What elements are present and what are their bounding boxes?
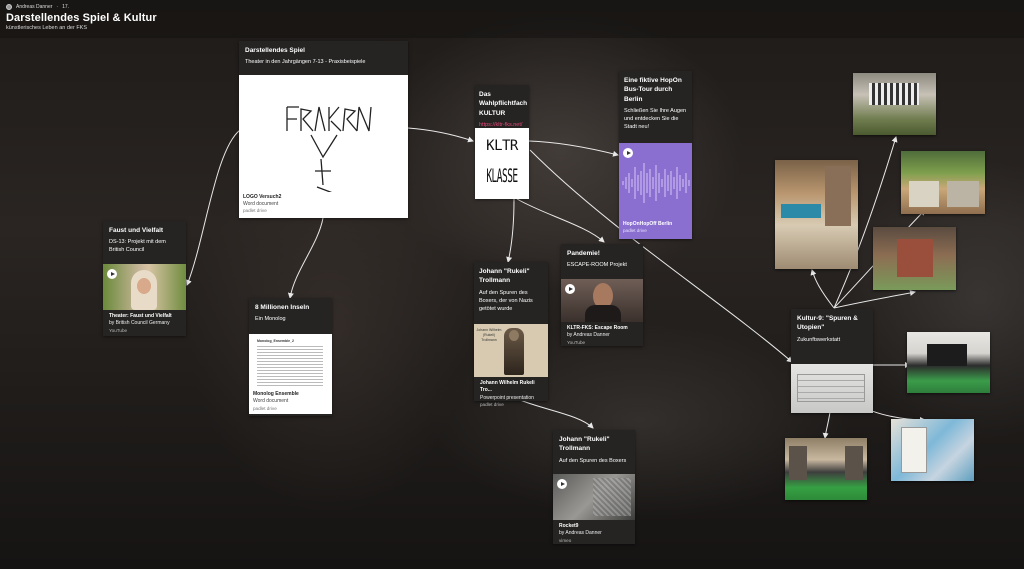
attachment-kind: Word document: [253, 398, 289, 405]
author-avatar-icon[interactable]: [6, 4, 12, 10]
attachment-source: YouTube: [109, 327, 128, 333]
attachment-kind: by Andreas Danner: [559, 530, 602, 537]
arrow-ds-to-kultur: [407, 127, 474, 143]
card-body: Theater in den Jahrgängen 7-13 - Praxisb…: [245, 59, 366, 66]
whiteboard-thumbnail[interactable]: [791, 364, 873, 413]
play-icon[interactable]: [107, 269, 117, 279]
attachment-name: LOGO Versuch2: [243, 193, 282, 200]
arrow-kultur-to-pandemie: [516, 198, 605, 243]
logo-line-top: KLTR: [486, 138, 518, 154]
card-hopon-bus-tour[interactable]: Eine fiktive HopOn Bus-Tour durch Berlin…: [619, 71, 692, 239]
card-rukeli-trollmann[interactable]: Johann "Rukeli" Trollmann Auf den Spuren…: [474, 262, 548, 407]
attachment-kind: Powerpoint presentation: [480, 394, 534, 401]
arrow-kultur-to-rukeli: [506, 198, 515, 263]
card-attachment[interactable]: LOGO Versuch2 Word document padlet drive: [239, 191, 408, 218]
card-title: Eine fiktive HopOn Bus-Tour durch Berlin: [624, 77, 682, 103]
attachment-kind: by Andreas Danner: [567, 332, 610, 339]
card-kultur-9-spuren-utopien[interactable]: Kultur-9: "Spuren & Utopien" Zukunftswer…: [791, 309, 873, 413]
card-title: Das Wahlpflichtfach KULTUR: [479, 91, 528, 117]
photo-model-street[interactable]: [907, 332, 990, 393]
arrow-kultur-to-hopon: [528, 140, 619, 157]
arrow-kultur9-to-photo7: [822, 411, 831, 439]
attachment-name: Rocket9: [559, 523, 579, 529]
card-attachment[interactable]: KLTR-FKS: Escape Room by Andreas Danner …: [561, 322, 643, 350]
card-body: Auf den Spuren des Boxers: [559, 457, 627, 464]
card-attachment[interactable]: Monolog Ensemble Word document padlet dr…: [249, 389, 332, 415]
video-thumbnail[interactable]: [103, 264, 186, 310]
author-name[interactable]: Andreas Danner: [16, 4, 52, 10]
page-subtitle: künstlerisches Leben an der FKS: [6, 25, 88, 31]
photo-model-rooms[interactable]: [775, 160, 858, 269]
card-title: Darstellendes Spiel: [245, 47, 305, 54]
card-attachment[interactable]: Johann Wilhelm Rukeli Tro... Powerpoint …: [474, 377, 548, 412]
card-title: Pandemie!: [567, 250, 600, 257]
waveform-icon: [622, 163, 690, 203]
card-title: Kultur-9: "Spuren & Utopien": [797, 315, 858, 332]
card-body: ESCAPE-ROOM Projekt: [567, 262, 627, 269]
logo-line-bottom: KLASSE: [486, 166, 518, 188]
kltr-klasse-logo[interactable]: KLTR KLASSE: [475, 128, 529, 199]
presentation-thumbnail[interactable]: Johann Wilhelm (Rukeli) Trollmann: [474, 324, 548, 377]
breadcrumb-separator: ·: [56, 4, 59, 10]
card-body: Zukunftswerkstatt: [797, 336, 841, 343]
card-attachment[interactable]: Rocket9 by Andreas Danner vimeo: [553, 520, 635, 548]
card-body: Auf den Spuren des Boxers, der von Nazis…: [479, 289, 533, 312]
document-thumbnail[interactable]: Monolog_Ensemble_2: [249, 334, 332, 389]
arrow-ds-to-inseln: [287, 217, 324, 299]
attachment-name: Theater: Faust und Vielfalt: [109, 313, 172, 319]
audio-thumbnail[interactable]: HopOnHopOff Berlin padlet drive: [619, 143, 692, 239]
attachment-source: YouTube: [567, 339, 586, 345]
video-thumbnail[interactable]: [553, 474, 635, 520]
play-icon[interactable]: [557, 479, 567, 489]
card-title: Johann "Rukeli" Trollmann: [559, 436, 610, 453]
photo-model-buildings[interactable]: [891, 419, 974, 481]
attachment-source: padlet drive: [253, 405, 277, 411]
card-wahlpflichtfach-kultur[interactable]: Das Wahlpflichtfach KULTUR https://kltr-…: [475, 85, 529, 199]
document-heading: Monolog_Ensemble_2: [257, 339, 294, 343]
arrow-kultur9-to-photo2: [810, 269, 835, 309]
card-body: Schließen Sie Ihre Augen und entdecken S…: [624, 108, 687, 131]
card-title: 8 Millionen Inseln: [255, 304, 310, 311]
card-8-millionen-inseln[interactable]: 8 Millionen Inseln Ein Monolog Monolog_E…: [249, 298, 332, 416]
attachment-name: Johann Wilhelm Rukeli Tro...: [480, 380, 535, 394]
breadcrumb: Andreas Danner · 17.: [6, 4, 69, 10]
card-body: DS-13: Projekt mit dem British Council: [109, 239, 166, 254]
arrow-ds-to-faust: [186, 129, 241, 286]
play-icon[interactable]: [565, 284, 575, 294]
card-attachment[interactable]: Theater: Faust und Vielfalt by British C…: [103, 310, 186, 338]
card-pandemie[interactable]: Pandemie! ESCAPE-ROOM Projekt KLTR-FKS: …: [561, 244, 643, 346]
card-darstellendes-spiel[interactable]: Darstellendes Spiel Theater in den Jahrg…: [239, 41, 408, 218]
attachment-source: padlet drive: [623, 228, 647, 234]
photo-model-tent[interactable]: [853, 73, 936, 135]
board-header: Andreas Danner · 17. Darstellendes Spiel…: [0, 0, 1024, 38]
card-faust-und-vielfalt[interactable]: Faust und Vielfalt DS-13: Projekt mit de…: [103, 221, 186, 336]
photo-model-garden[interactable]: [901, 151, 985, 214]
attachment-name: KLTR-FKS: Escape Room: [567, 325, 628, 331]
photo-model-boxes[interactable]: [873, 227, 956, 290]
video-thumbnail[interactable]: [561, 279, 643, 322]
card-rukeli-trollmann-video[interactable]: Johann "Rukeli" Trollmann Auf den Spuren…: [553, 430, 635, 544]
attachment-source: padlet drive: [243, 208, 267, 214]
attachment-kind: Word document: [243, 201, 279, 208]
attachment-name: Monolog Ensemble: [253, 391, 299, 397]
page-title: Darstellendes Spiel & Kultur: [6, 12, 157, 24]
card-title: Johann "Rukeli" Trollmann: [479, 268, 530, 285]
card-attachment[interactable]: HopOnHopOff Berlin padlet drive: [619, 219, 692, 239]
document-lines: [257, 346, 323, 386]
card-title: Faust und Vielfalt: [109, 227, 164, 234]
card-body: Ein Monolog: [255, 316, 286, 323]
post-count: 17.: [62, 4, 70, 10]
slide-title: Johann Wilhelm (Rukeli) Trollmann: [476, 328, 502, 343]
attachment-kind: by British Council Germany: [109, 320, 170, 327]
attachment-source: vimeo: [559, 537, 572, 543]
arrow-kultur9-to-photo4: [833, 290, 916, 309]
photo-model-road[interactable]: [785, 438, 867, 500]
attachment-name: HopOnHopOff Berlin: [623, 221, 673, 228]
attachment-source: padlet drive: [480, 401, 504, 407]
